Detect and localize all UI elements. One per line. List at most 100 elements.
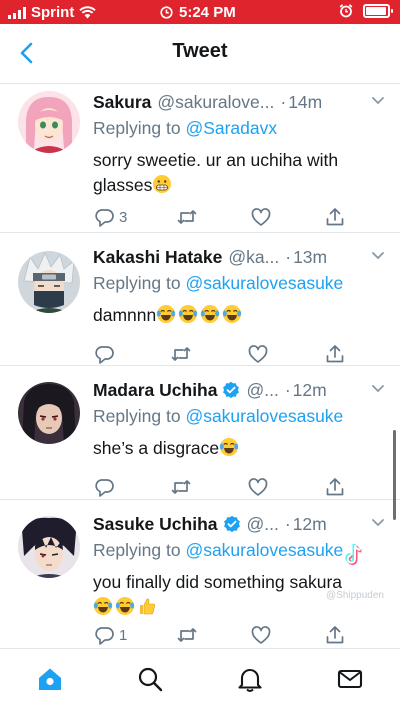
tweet-text-line: sorry sweetie. ur an uchiha with [93, 150, 339, 170]
reply-icon [95, 479, 114, 497]
tiktok-watermark: @Shippuden [306, 543, 386, 603]
avatar[interactable] [18, 382, 80, 444]
status-left: Sprint [8, 4, 97, 21]
reply-button[interactable]: 1 [93, 624, 127, 646]
tweet-time: 14m [288, 91, 323, 112]
battery-icon [363, 4, 393, 18]
separator-dot: · [280, 91, 287, 112]
status-center: 5:24 PM [160, 4, 236, 21]
replying-to-handle[interactable]: @sakuralovesasuke [185, 406, 343, 426]
tab-bar [0, 648, 400, 711]
retweet-icon [171, 480, 191, 494]
author-name[interactable]: Sasuke Uchiha [93, 514, 218, 535]
chevron-down-icon[interactable] [370, 92, 386, 108]
tweet-content: Madara Uchiha @... · 12m Replying to @sa… [93, 378, 386, 497]
tweet-text-line: glasses [93, 175, 153, 195]
scroll-indicator[interactable] [393, 430, 396, 520]
signal-icon [8, 6, 26, 19]
tweet-header: Kakashi Hatake @ka... · 13m [93, 245, 386, 269]
separator-dot: · [285, 246, 292, 267]
reply-count: 3 [119, 208, 128, 226]
reply-button[interactable]: 3 [93, 206, 127, 228]
replying-to: Replying to @Saradavx [93, 118, 386, 139]
alarm-clock-icon [160, 6, 173, 19]
replying-label: Replying to [93, 406, 181, 426]
tweet-actions: 1 [93, 624, 346, 646]
tweet-text-line: damnnn [93, 305, 157, 325]
heart-icon [248, 478, 268, 496]
retweet-button[interactable] [170, 343, 196, 365]
tweet-header: Madara Uchiha @... · 12m [93, 378, 386, 402]
replying-to-handle[interactable]: @Saradavx [185, 118, 277, 138]
status-bar: Sprint 5:24 PM [0, 0, 400, 24]
search-icon [138, 667, 163, 692]
replying-to: Replying to @sakuralovesasuke [93, 273, 386, 294]
retweet-button[interactable] [176, 206, 202, 228]
share-icon [326, 345, 344, 363]
reply-button[interactable] [93, 343, 119, 365]
like-button[interactable] [247, 343, 273, 365]
tweet-header: Sakura @sakuralove... · 14m [93, 90, 386, 114]
author-handle[interactable]: @... [246, 380, 278, 401]
author-handle[interactable]: @sakuralove... [157, 92, 274, 113]
tab-messages[interactable] [336, 665, 364, 693]
retweet-button[interactable] [176, 624, 202, 646]
like-button[interactable] [247, 476, 273, 498]
carrier-label: Sprint [31, 4, 75, 21]
messages-icon [337, 669, 363, 689]
tweet-text: she’s a disgrace [93, 436, 386, 461]
tab-search[interactable] [136, 665, 164, 693]
notifications-icon [238, 669, 262, 692]
reply-icon [95, 627, 114, 645]
thumbs-up-icon [140, 598, 155, 615]
separator-dot: · [284, 379, 291, 400]
share-button[interactable] [324, 624, 346, 646]
tweet-text-line: she’s a disgrace [93, 438, 220, 458]
heart-icon [248, 345, 268, 363]
author-name[interactable]: Sakura [93, 92, 151, 113]
chevron-down-icon[interactable] [370, 514, 386, 530]
reply-icon [95, 346, 114, 364]
home-icon [39, 668, 61, 690]
reply-icon [95, 209, 114, 227]
share-button[interactable] [324, 206, 346, 228]
share-button[interactable] [324, 476, 346, 498]
laughing-crying-face-icon [223, 305, 242, 323]
verified-badge-icon [223, 515, 240, 533]
avatar[interactable] [18, 516, 80, 578]
status-time: 5:24 PM [179, 4, 236, 21]
heart-icon [251, 208, 271, 226]
nav-bar: Tweet [0, 24, 400, 84]
retweet-icon [171, 347, 191, 361]
replying-label: Replying to [93, 118, 181, 138]
tweet-madara[interactable]: Madara Uchiha @... · 12m Replying to @sa… [0, 366, 400, 500]
like-button[interactable] [250, 624, 276, 646]
replying-label: Replying to [93, 540, 181, 560]
watermark-username: @Shippuden [326, 590, 384, 601]
avatar[interactable] [18, 91, 80, 153]
author-handle[interactable]: @... [247, 514, 279, 535]
author-handle[interactable]: @ka... [228, 247, 279, 268]
author-name[interactable]: Madara Uchiha [93, 380, 217, 401]
reply-count: 1 [119, 626, 128, 644]
laughing-crying-face-icon [115, 597, 135, 615]
separator-dot: · [284, 513, 291, 534]
reply-button[interactable] [93, 476, 119, 498]
tab-home[interactable] [36, 665, 64, 693]
tweet-sakura[interactable]: Sakura @sakuralove... · 14m Replying to … [0, 84, 400, 233]
retweet-icon [177, 628, 196, 642]
author-name[interactable]: Kakashi Hatake [93, 247, 222, 268]
chevron-down-icon[interactable] [370, 247, 386, 263]
replying-to-handle[interactable]: @sakuralovesasuke [185, 273, 343, 293]
status-right [339, 4, 393, 18]
tweet-content: Sakura @sakuralove... · 14m Replying to … [93, 90, 386, 227]
share-button[interactable] [324, 343, 346, 365]
chevron-down-icon[interactable] [370, 380, 386, 396]
tweet-kakashi[interactable]: Kakashi Hatake @ka... · 13m Replying to … [0, 233, 400, 366]
avatar[interactable] [18, 251, 80, 313]
like-button[interactable] [250, 206, 276, 228]
retweet-button[interactable] [170, 476, 196, 498]
tweet-time: 12m [292, 513, 327, 534]
page-title: Tweet [172, 40, 228, 62]
tab-notifications[interactable] [236, 665, 264, 693]
